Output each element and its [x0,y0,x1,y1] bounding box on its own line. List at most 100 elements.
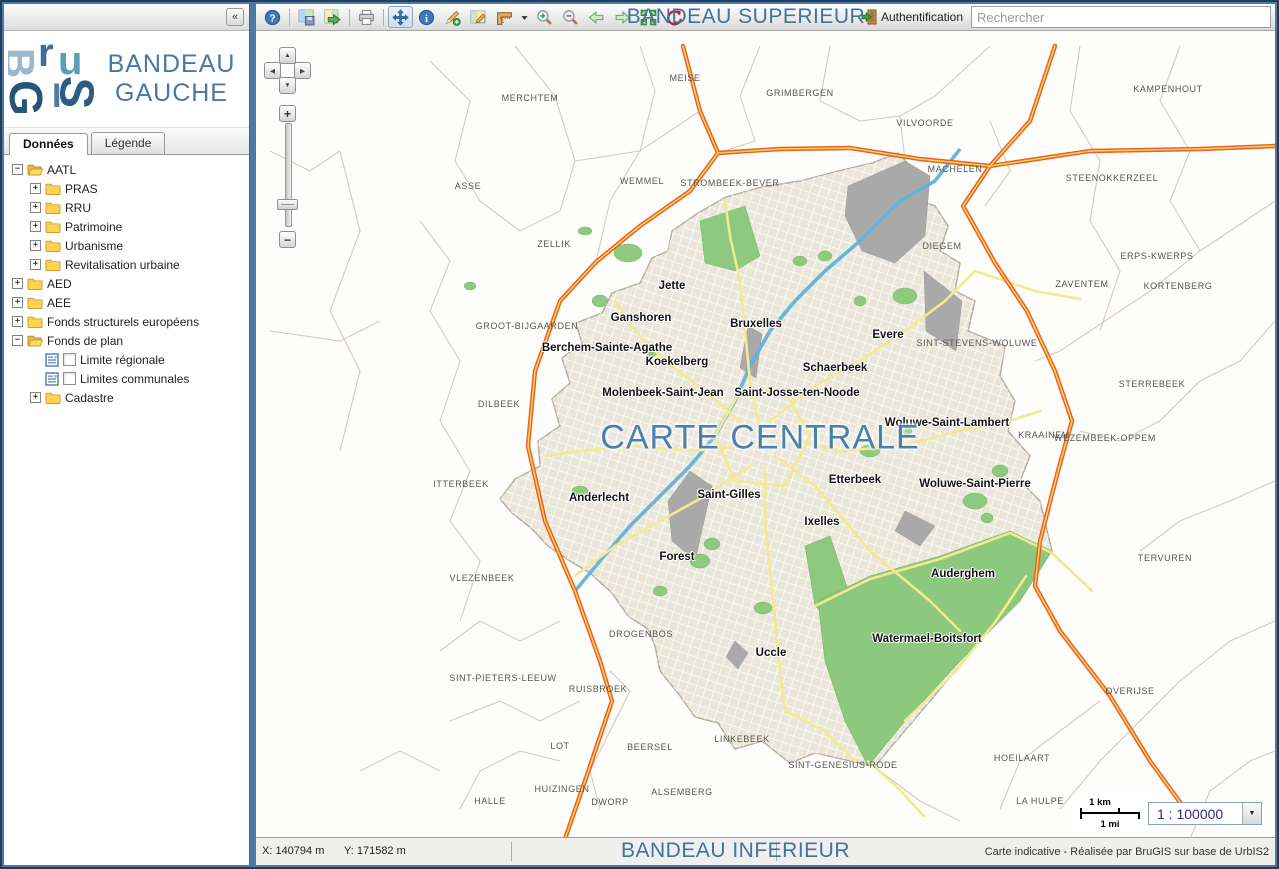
full-extent-button[interactable] [636,6,661,28]
print-icon [358,9,375,26]
left-banner-title: BANDEAU GAUCHE [94,50,249,108]
layer-icon [45,353,59,367]
measure-button[interactable] [492,6,517,28]
authentication-button[interactable]: Authentification [858,7,966,27]
pan-button[interactable] [388,6,413,28]
expand-node-icon[interactable]: + [12,297,23,308]
tree-item-pras[interactable]: +PRAS [4,179,249,198]
svg-text:?: ? [269,13,275,24]
export-map-icon [324,9,341,26]
open-folder-icon [27,163,43,176]
tree-item-cadastre[interactable]: +Cadastre [4,388,249,407]
layer-tree: −AATL+PRAS+RRU+Patrimoine+Urbanisme+Revi… [4,155,249,865]
refresh-button[interactable] [662,6,687,28]
tree-item-label: Fonds de plan [47,334,123,348]
scale-select[interactable]: 1 : 100000 ▼ [1148,802,1262,825]
folder-icon [45,258,61,271]
tree-item-aed[interactable]: + AED [4,274,249,293]
tree-spacer [30,373,41,384]
refresh-icon [666,9,683,26]
measure-caret-icon [519,12,530,23]
folder-icon [27,296,43,309]
tree-item-limite-regionale[interactable]: Limite régionale [4,350,249,369]
next-extent-button[interactable] [610,6,635,28]
tree-item-fonds-structurels-europeens[interactable]: + Fonds structurels européens [4,312,249,331]
search-input[interactable] [971,6,1271,28]
scale-bar: 1 km 1 mi [1076,795,1152,832]
tab-donnees[interactable]: Données [9,133,88,155]
tree-item-fonds-de-plan[interactable]: − Fonds de plan [4,331,249,350]
toolbar-separator [289,9,290,26]
zoom-in-button[interactable]: + [279,105,296,122]
scale-km-label: 1 km [1080,797,1120,808]
pan-right-button[interactable]: ▶ [294,62,311,79]
layer-checkbox[interactable] [63,372,76,385]
map-svg [256,31,1275,837]
left-panel-header: « [4,4,249,31]
pan-up-button[interactable]: ▲ [279,47,296,64]
expand-node-icon[interactable]: + [30,392,41,403]
folder-icon [45,201,61,214]
tree-item-urbanisme[interactable]: +Urbanisme [4,236,249,255]
chevron-down-icon[interactable]: ▼ [1242,803,1261,824]
info-button[interactable]: i [414,6,439,28]
layer-checkbox[interactable] [63,353,76,366]
previous-extent-button[interactable] [584,6,609,28]
zoom-out-icon [562,9,579,26]
print-button[interactable] [354,6,379,28]
layer-icon [45,372,59,386]
help-button[interactable]: ? [260,6,285,28]
pan-down-button[interactable]: ▼ [279,77,296,94]
collapse-node-icon[interactable]: − [12,164,23,175]
help-icon: ? [264,9,281,26]
tree-item-label: Patrimoine [65,220,122,234]
toolbar-separator [383,9,384,26]
scale-value: 1 : 100000 [1149,806,1242,822]
save-map-icon [298,9,315,26]
collapse-node-icon[interactable]: − [12,335,23,346]
save-map-button[interactable] [294,6,319,28]
tree-item-revitalisation-urbaine[interactable]: +Revitalisation urbaine [4,255,249,274]
folder-icon [27,277,43,290]
expand-node-icon[interactable]: + [30,183,41,194]
expand-node-icon[interactable]: + [30,202,41,213]
zoom-in-button[interactable] [532,6,557,28]
zoom-out-button[interactable] [558,6,583,28]
measure-icon [496,9,513,26]
zoom-slider-track[interactable] [285,123,292,227]
tree-item-label: RRU [65,201,91,215]
folder-icon [45,239,61,252]
tree-item-label: AATL [47,163,76,177]
tree-item-patrimoine[interactable]: + Patrimoine [4,217,249,236]
tree-item-aatl[interactable]: − AATL [4,160,249,179]
expand-node-icon[interactable]: + [12,278,23,289]
tree-item-label: AED [47,277,72,291]
expand-node-icon[interactable]: + [30,259,41,270]
previous-extent-icon [588,9,605,26]
tree-item-label: Fonds structurels européens [47,315,199,329]
pan-left-button[interactable]: ◀ [264,62,281,79]
sidebar-tabs: Données Légende [4,128,249,155]
draw-icon [444,9,461,26]
tree-item-aee[interactable]: + AEE [4,293,249,312]
zoom-out-button[interactable]: − [279,231,296,248]
main-column: ?i BANDEAU SUPERIEUR Authentification [256,4,1275,865]
tree-item-rru[interactable]: + RRU [4,198,249,217]
tab-legende[interactable]: Légende [91,132,166,154]
export-map-button[interactable] [320,6,345,28]
map-canvas[interactable]: MERCHTEMMEISEGRIMBERGENKAMPENHOUTVILVOOR… [256,31,1275,837]
tree-item-limites-communales[interactable]: Limites communales [4,369,249,388]
info-icon: i [418,9,435,26]
logo-zone: B r u G I S BANDEAU GAUCHE [4,31,249,128]
edit-map-button[interactable] [466,6,491,28]
tree-item-label: AEE [47,296,71,310]
draw-button[interactable] [440,6,465,28]
status-bar: X: 140794 m Y: 171582 m BANDEAU INFERIEU… [256,837,1275,865]
expand-node-icon[interactable]: + [12,316,23,327]
expand-node-icon[interactable]: + [30,221,41,232]
measure-caret-button[interactable] [518,6,531,28]
zoom-slider-handle[interactable] [277,199,298,210]
expand-node-icon[interactable]: + [30,240,41,251]
collapse-panel-button[interactable]: « [226,8,244,26]
edit-map-icon [470,9,487,26]
